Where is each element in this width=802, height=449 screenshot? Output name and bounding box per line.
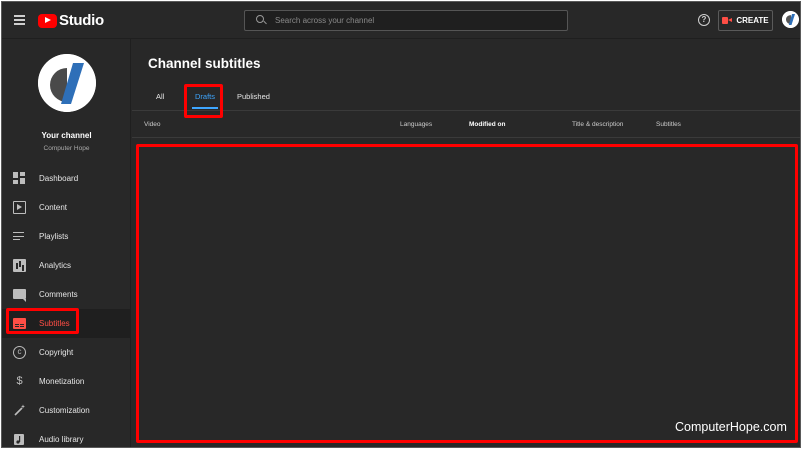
sidebar-item-label: Customization	[39, 406, 90, 415]
column-modified-on[interactable]: Modified on	[469, 121, 505, 128]
sidebar-item-label: Content	[39, 203, 68, 212]
search-input[interactable]	[275, 16, 555, 25]
menu-icon[interactable]	[14, 15, 25, 25]
sidebar-item-analytics[interactable]: Analytics	[2, 251, 131, 280]
column-title-description: Title & description	[572, 121, 624, 128]
page-title: Channel subtitles	[148, 56, 261, 71]
tab-drafts[interactable]: Drafts	[195, 92, 215, 101]
create-label: CREATE	[736, 16, 769, 25]
magic-wand-icon	[13, 404, 26, 417]
sidebar-item-playlists[interactable]: Playlists	[2, 222, 131, 251]
subtitles-icon	[13, 318, 26, 329]
subtitles-list-empty	[132, 139, 800, 447]
sidebar-item-audio-library[interactable]: Audio library	[2, 425, 131, 447]
sidebar-item-dashboard[interactable]: Dashboard	[2, 164, 131, 193]
sidebar-item-subtitles[interactable]: Subtitles	[2, 309, 131, 338]
youtube-studio-logo[interactable]: Studio	[38, 12, 104, 29]
sidebar-item-label: Analytics	[39, 261, 72, 270]
channel-handle: Computer Hope	[43, 145, 90, 152]
sidebar-item-label: Copyright	[39, 348, 74, 357]
account-avatar[interactable]	[782, 11, 799, 28]
active-tab-indicator	[192, 107, 218, 109]
video-camera-icon	[722, 17, 733, 24]
sidebar-item-monetization[interactable]: $ Monetization	[2, 367, 131, 396]
sidebar-item-label: Comments	[39, 290, 78, 299]
search-bar[interactable]	[244, 10, 568, 31]
help-icon[interactable]: ?	[698, 14, 710, 26]
dollar-icon: $	[16, 375, 23, 387]
sidebar-item-customization[interactable]: Customization	[2, 396, 131, 425]
sidebar-item-label: Audio library	[39, 435, 84, 444]
studio-window: Studio ? CREATE Your channel	[1, 1, 801, 448]
column-subtitles: Subtitles	[656, 121, 681, 128]
column-languages: Languages	[400, 121, 433, 128]
analytics-icon	[13, 259, 26, 272]
search-icon[interactable]	[255, 11, 275, 30]
main-content: Channel subtitles All Drafts Published V…	[132, 39, 800, 447]
sidebar-nav: Dashboard Content Playlists Analytics Co…	[2, 164, 131, 447]
playlists-icon	[13, 230, 26, 243]
channel-name: Your channel	[41, 131, 92, 140]
channel-avatar[interactable]	[38, 54, 96, 112]
sidebar-item-label: Dashboard	[39, 174, 79, 183]
sidebar-item-label: Monetization	[39, 377, 85, 386]
top-bar: Studio ? CREATE	[2, 2, 800, 39]
tab-bar: All Drafts Published	[132, 85, 800, 111]
computer-hope-logo-icon	[38, 54, 96, 112]
logo-text: Studio	[59, 12, 104, 29]
sidebar-item-label: Subtitles	[39, 319, 70, 328]
copyright-icon: c	[13, 346, 26, 359]
table-header: Video Languages Modified on Title & desc…	[132, 112, 800, 138]
sidebar-item-comments[interactable]: Comments	[2, 280, 131, 309]
tab-all[interactable]: All	[156, 92, 164, 101]
sidebar-item-copyright[interactable]: c Copyright	[2, 338, 131, 367]
sidebar-item-label: Playlists	[39, 232, 69, 241]
audio-library-icon	[13, 433, 26, 446]
sidebar-item-content[interactable]: Content	[2, 193, 131, 222]
column-video: Video	[144, 121, 161, 128]
comments-icon	[13, 288, 26, 302]
content-icon	[13, 201, 26, 214]
computer-hope-logo-icon	[782, 11, 799, 28]
sidebar: Your channel Computer Hope Dashboard Con…	[2, 39, 131, 447]
dashboard-icon	[13, 172, 26, 185]
watermark: ComputerHope.com	[675, 420, 787, 434]
create-button[interactable]: CREATE	[718, 10, 773, 31]
tab-published[interactable]: Published	[237, 92, 270, 101]
youtube-play-icon	[38, 13, 57, 28]
